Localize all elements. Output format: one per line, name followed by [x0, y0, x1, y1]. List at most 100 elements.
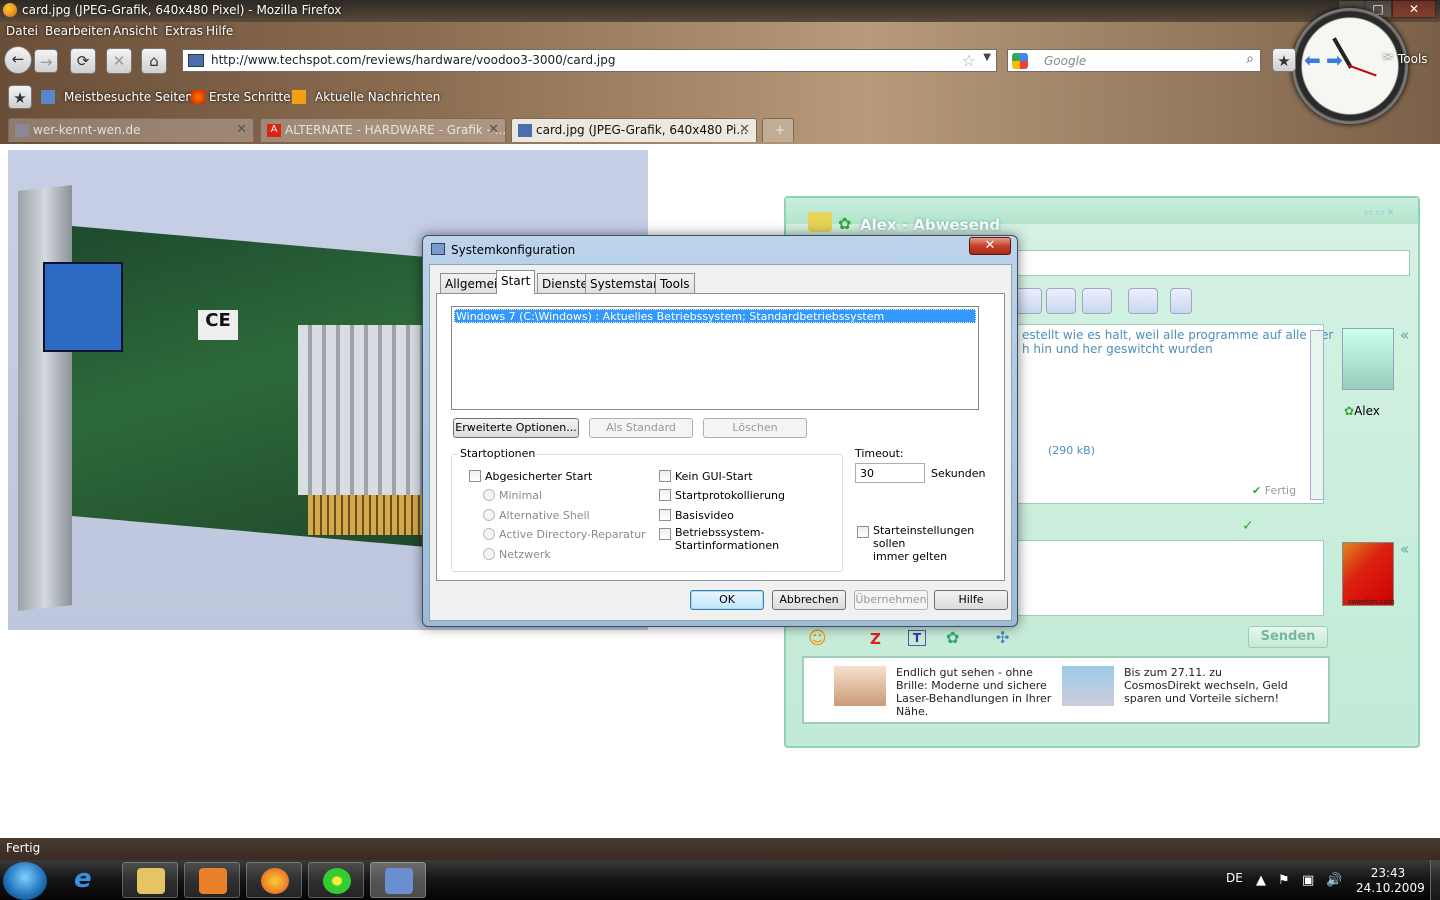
- google-icon[interactable]: [1012, 53, 1028, 69]
- reload-button[interactable]: ⟳: [70, 48, 96, 74]
- start-button[interactable]: [3, 862, 47, 900]
- new-tab-button[interactable]: +: [762, 118, 794, 142]
- safe-boot-checkbox[interactable]: [469, 470, 481, 482]
- bookmark-most-visited[interactable]: Meistbesuchte Seiten: [64, 90, 193, 104]
- games-icon[interactable]: ✿: [946, 628, 959, 647]
- icq-window-controls[interactable]: ▭ ▭ ✕: [1364, 208, 1414, 220]
- tab-card-jpg[interactable]: card.jpg (JPEG-Grafik, 640x480 Pi... ✕: [511, 118, 757, 142]
- os-entry[interactable]: Windows 7 (C:\Windows) : Aktuelles Betri…: [454, 309, 976, 323]
- ok-button[interactable]: OK: [690, 590, 764, 610]
- safe-mode-network-radio[interactable]: [483, 548, 495, 560]
- taskbar-firefox[interactable]: [246, 862, 302, 898]
- bookmark-first-steps[interactable]: Erste Schritte: [209, 90, 291, 104]
- tab-close-icon[interactable]: ✕: [236, 122, 247, 137]
- safe-mode-ad-radio[interactable]: [483, 528, 495, 540]
- menu-bearbeiten[interactable]: Bearbeiten: [45, 24, 111, 38]
- home-button[interactable]: ⌂: [141, 48, 167, 74]
- url-bar[interactable]: http://www.techspot.com/reviews/hardware…: [182, 49, 997, 72]
- back-arrow-icon[interactable]: ⬅: [1304, 48, 1321, 72]
- tab-label: wer-kennt-wen.de: [33, 123, 141, 137]
- collapse-icon[interactable]: «: [1400, 540, 1409, 558]
- stop-button[interactable]: ✕: [106, 48, 132, 74]
- menu-extras[interactable]: Extras: [165, 24, 203, 38]
- base-video-checkbox[interactable]: [659, 509, 671, 521]
- boot-log-label: Startprotokollierung: [675, 489, 785, 502]
- tab-start[interactable]: Start: [496, 270, 536, 294]
- transfer-status: ✔ Fertig: [1252, 484, 1296, 497]
- safe-mode-shell-radio[interactable]: [483, 509, 495, 521]
- make-permanent-label: Starteinstellungen sollen immer gelten: [873, 524, 975, 563]
- flag-avatar[interactable]: [1342, 542, 1394, 606]
- search-icon[interactable]: ⌕: [1246, 51, 1254, 67]
- tab-close-icon[interactable]: ✕: [488, 122, 499, 137]
- taskbar-clock[interactable]: 23:43 24.10.2009: [1356, 866, 1425, 896]
- set-default-button[interactable]: Als Standard: [589, 418, 693, 438]
- safe-mode-network-label: Netzwerk: [499, 548, 551, 561]
- cancel-button[interactable]: Abbrechen: [772, 590, 846, 610]
- taskbar-msconfig[interactable]: [370, 862, 426, 898]
- zap-icon[interactable]: Z: [870, 630, 881, 648]
- action-center-flag-icon[interactable]: ⚑: [1278, 873, 1290, 888]
- boot-log-checkbox[interactable]: [659, 489, 671, 501]
- icq-file-transfer-icon[interactable]: [1128, 288, 1158, 314]
- taskbar-explorer[interactable]: [122, 862, 178, 898]
- emoticon-icon[interactable]: ☺: [808, 628, 827, 649]
- bookmark-news[interactable]: Aktuelle Nachrichten: [315, 90, 440, 104]
- delete-button[interactable]: Löschen: [703, 418, 807, 438]
- menu-hilfe[interactable]: Hilfe: [206, 24, 233, 38]
- ad-eye-image: [834, 666, 886, 706]
- icq-sms-icon[interactable]: [1082, 288, 1112, 314]
- advanced-options-button[interactable]: Erweiterte Optionen...: [453, 418, 579, 438]
- taskbar-icq[interactable]: [308, 862, 364, 898]
- apply-button[interactable]: Übernehmen: [854, 590, 928, 610]
- bookmark-star-icon[interactable]: ☆: [962, 51, 976, 70]
- heatsink: [298, 325, 428, 495]
- forward-arrow-icon[interactable]: ➡: [1326, 48, 1343, 72]
- icq-popout-icon[interactable]: [1170, 288, 1192, 314]
- flag-caption: sweetim.com: [1348, 598, 1395, 606]
- tools-button[interactable]: ✂ Tools: [1380, 48, 1438, 72]
- make-permanent-checkbox[interactable]: [857, 526, 869, 538]
- close-window-button[interactable]: ✕: [1392, 0, 1436, 18]
- icq-profile-icon[interactable]: [1046, 288, 1076, 314]
- tab-close-icon[interactable]: ✕: [739, 122, 750, 137]
- gamepad-icon[interactable]: ✣: [996, 628, 1009, 647]
- menu-ansicht[interactable]: Ansicht: [113, 24, 157, 38]
- bookmarks-toolbar-icon[interactable]: ★: [1272, 48, 1296, 72]
- chat-line-2: h hin und her geswitcht wurden: [1022, 342, 1213, 356]
- os-list[interactable]: Windows 7 (C:\Windows) : Aktuelles Betri…: [451, 306, 979, 410]
- language-indicator[interactable]: DE: [1226, 871, 1243, 885]
- ad-banner[interactable]: Endlich gut sehen - ohne Brille: Moderne…: [802, 656, 1330, 724]
- timeout-input[interactable]: 30: [855, 463, 925, 483]
- menu-datei[interactable]: Datei: [6, 24, 38, 38]
- os-boot-info-checkbox[interactable]: [659, 528, 671, 540]
- dialog-close-button[interactable]: ✕: [969, 237, 1011, 255]
- help-button[interactable]: Hilfe: [934, 590, 1008, 610]
- transfer-status-text: Fertig: [1264, 484, 1297, 497]
- url-dropdown-icon[interactable]: ▼: [983, 52, 991, 63]
- back-button[interactable]: ←: [4, 46, 32, 74]
- chat-scrollbar[interactable]: [1310, 330, 1324, 500]
- contact-avatar[interactable]: [1342, 328, 1394, 390]
- search-placeholder: Google: [1044, 54, 1087, 68]
- tab-tools[interactable]: Tools: [655, 273, 695, 293]
- spellcheck-icon[interactable]: ✓: [1242, 518, 1254, 534]
- tab-alternate[interactable]: A ALTERNATE - HARDWARE - Grafik - ... ✕: [260, 118, 506, 142]
- show-desktop-button[interactable]: [1430, 860, 1440, 900]
- send-button[interactable]: Senden: [1248, 626, 1328, 648]
- forward-button[interactable]: →: [34, 49, 58, 73]
- collapse-icon[interactable]: «: [1400, 326, 1409, 344]
- text-format-icon[interactable]: T: [908, 630, 926, 646]
- safe-mode-minimal-radio[interactable]: [483, 489, 495, 501]
- no-gui-label: Kein GUI-Start: [675, 470, 753, 483]
- tray-expand-icon[interactable]: ▲: [1256, 873, 1266, 888]
- search-box[interactable]: Google ⌕: [1007, 49, 1261, 72]
- safe-mode-shell-label: Alternative Shell: [499, 509, 590, 522]
- network-icon[interactable]: ▣: [1302, 873, 1314, 888]
- tab-wer-kennt-wen[interactable]: wer-kennt-wen.de ✕: [8, 118, 254, 142]
- volume-icon[interactable]: 🔊: [1326, 873, 1342, 888]
- internet-explorer-icon[interactable]: e: [74, 864, 92, 894]
- bookmark-menu-icon[interactable]: ★: [8, 85, 32, 109]
- no-gui-checkbox[interactable]: [659, 470, 671, 482]
- taskbar-media-player[interactable]: [184, 862, 240, 898]
